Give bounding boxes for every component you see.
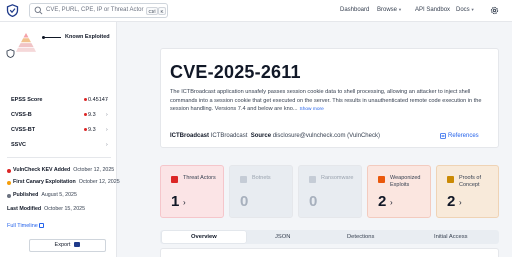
full-timeline-label: Full Timeline bbox=[7, 223, 38, 229]
event-label: VulnCheck KEV Added bbox=[13, 167, 71, 173]
epss-score-value: 0.45147 bbox=[88, 97, 108, 103]
event-label: Published bbox=[13, 192, 39, 198]
tile-value: 2 bbox=[378, 193, 387, 210]
epss-score-label: EPSS Score bbox=[11, 97, 43, 103]
search-placeholder: CVE, PURL, CPE, IP or Threat Actor bbox=[46, 7, 144, 13]
chevron-down-icon: ▼ bbox=[398, 7, 402, 12]
botnet-icon bbox=[240, 176, 247, 183]
tile-botnets: Botnets 0 bbox=[229, 165, 293, 218]
gear-icon[interactable] bbox=[489, 5, 500, 16]
tile-value: 0 bbox=[240, 193, 249, 210]
ransomware-icon bbox=[309, 176, 316, 183]
search-icon bbox=[34, 6, 43, 15]
weaponized-exploit-icon bbox=[378, 176, 385, 183]
shortcut-ctrl-key: Ctrl bbox=[146, 7, 158, 15]
ssvc-label: SSVC bbox=[11, 142, 26, 148]
tile-weaponized-exploits[interactable]: Weaponized Exploits 2 › bbox=[367, 165, 431, 218]
tab-overview[interactable]: Overview bbox=[191, 234, 217, 240]
published-status-dot bbox=[7, 194, 11, 198]
event-published: Published August 5, 2025 bbox=[13, 192, 77, 198]
event-first-canary: First Canary Exploitation October 12, 202… bbox=[13, 179, 120, 185]
tile-value: 0 bbox=[309, 193, 318, 210]
show-more-link[interactable]: Show more bbox=[300, 107, 324, 112]
epss-severity-dot bbox=[84, 98, 87, 101]
chevron-right-icon[interactable]: › bbox=[106, 97, 108, 103]
export-label: Export bbox=[54, 242, 71, 248]
cvss-b-label: CVSS-B bbox=[11, 112, 32, 118]
proof-of-concept-icon bbox=[447, 176, 454, 183]
tile-label: Weaponized Exploits bbox=[390, 175, 421, 188]
nav-browse[interactable]: Browse▼ bbox=[377, 7, 402, 13]
cve-metadata-row: ICTBroadcast ICTBroadcast Source disclos… bbox=[170, 133, 380, 139]
chevron-right-icon: › bbox=[459, 198, 462, 207]
search-input[interactable]: CVE, PURL, CPE, IP or Threat Actor Ctrl … bbox=[29, 3, 168, 18]
tile-label: Botnets bbox=[252, 175, 271, 181]
threat-actor-icon bbox=[171, 176, 178, 183]
source-value: disclosure@vulncheck.com (VulnCheck) bbox=[272, 133, 380, 139]
nav-docs-label: Docs bbox=[456, 7, 470, 13]
cve-id-title: CVE-2025-2611 bbox=[170, 62, 301, 82]
product-name: ICTBroadcast bbox=[210, 133, 248, 139]
tile-ransomware: Ransomware 0 bbox=[298, 165, 362, 218]
exploit-pointer-line bbox=[44, 37, 61, 38]
chevron-right-icon: › bbox=[183, 198, 186, 207]
chevron-right-icon: › bbox=[390, 198, 393, 207]
calendar-icon bbox=[39, 223, 45, 229]
vulncheck-logo-icon[interactable] bbox=[6, 4, 19, 17]
tile-value: 2 bbox=[447, 193, 456, 210]
tile-label: Ransomware bbox=[321, 175, 354, 181]
cve-description-text: The ICTBroadcast application unsafely pa… bbox=[170, 89, 482, 113]
event-kev-added: VulnCheck KEV Added October 12, 2025 bbox=[13, 167, 114, 173]
nav-docs[interactable]: Docs▼ bbox=[456, 7, 475, 13]
vendor-name: ICTBroadcast bbox=[170, 133, 210, 139]
kev-status-dot bbox=[7, 169, 11, 173]
top-navigation-bar: CVE, PURL, CPE, IP or Threat Actor Ctrl … bbox=[0, 0, 512, 22]
event-last-modified: Last Modified October 15, 2025 bbox=[7, 206, 85, 212]
export-button[interactable]: Export bbox=[29, 239, 106, 252]
source-label: Source bbox=[250, 133, 272, 139]
sidebar-divider bbox=[7, 157, 111, 158]
tile-value: 1 bbox=[171, 193, 180, 210]
cvss-bt-label: CVSS-BT bbox=[11, 127, 36, 133]
references-link[interactable]: References bbox=[448, 133, 479, 139]
references-icon bbox=[440, 133, 446, 139]
cvss-b-value: 9.3 bbox=[88, 112, 96, 118]
full-timeline-link[interactable]: Full Timeline bbox=[7, 223, 45, 229]
event-date: October 15, 2025 bbox=[44, 206, 86, 212]
tab-initial-access[interactable]: Initial Access bbox=[434, 234, 468, 240]
chevron-right-icon[interactable]: › bbox=[106, 112, 108, 118]
cvss-b-severity-dot bbox=[84, 113, 87, 116]
event-label: First Canary Exploitation bbox=[13, 179, 76, 185]
event-date: October 12, 2025 bbox=[78, 179, 120, 185]
shortcut-k-key: K bbox=[158, 7, 167, 15]
tab-detections[interactable]: Detections bbox=[347, 234, 374, 240]
chevron-right-icon[interactable]: › bbox=[106, 142, 108, 148]
event-label: Last Modified bbox=[7, 206, 42, 212]
export-icon bbox=[74, 242, 81, 248]
tab-json[interactable]: JSON bbox=[275, 234, 290, 240]
nav-browse-label: Browse bbox=[377, 7, 398, 13]
event-date: August 5, 2025 bbox=[41, 192, 77, 198]
nav-dashboard[interactable]: Dashboard bbox=[340, 7, 369, 13]
nav-api-sandbox[interactable]: API Sandbox bbox=[415, 7, 450, 13]
tab-content-panel bbox=[160, 248, 499, 257]
cve-sidebar bbox=[0, 22, 117, 257]
exploit-maturity-pyramid-icon bbox=[16, 33, 36, 52]
cvss-bt-value: 9.3 bbox=[88, 127, 96, 133]
canary-status-dot bbox=[7, 181, 11, 185]
tile-threat-actors[interactable]: Threat Actors 1 › bbox=[160, 165, 224, 218]
tile-proofs-of-concept[interactable]: Proofs of Concept 2 › bbox=[436, 165, 499, 218]
chevron-right-icon[interactable]: › bbox=[106, 127, 108, 133]
exploit-status-label: Known Exploited bbox=[65, 34, 110, 40]
event-date: October 12, 2025 bbox=[73, 167, 115, 173]
tile-label: Threat Actors bbox=[183, 175, 216, 181]
tile-label: Proofs of Concept bbox=[459, 175, 482, 188]
cve-description: The ICTBroadcast application unsafely pa… bbox=[170, 88, 492, 115]
chevron-down-icon: ▼ bbox=[470, 7, 475, 12]
cvss-bt-severity-dot bbox=[84, 128, 87, 131]
